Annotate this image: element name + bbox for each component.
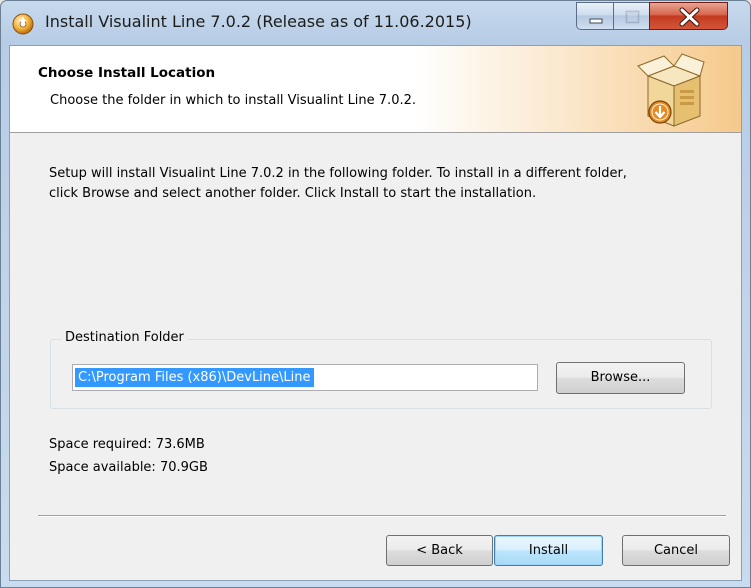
installer-page: Choose Install Location Choose the folde… — [9, 45, 742, 581]
destination-folder-group: Destination Folder C:\Program Files (x86… — [50, 330, 712, 409]
package-box-icon — [637, 53, 705, 127]
window-title: Install Visualint Line 7.0.2 (Release as… — [45, 12, 472, 31]
maximize-icon — [625, 10, 640, 24]
close-icon — [679, 7, 700, 27]
close-button[interactable] — [649, 2, 728, 30]
back-button[interactable]: < Back — [386, 535, 493, 566]
installer-window: Install Visualint Line 7.0.2 (Release as… — [0, 0, 751, 588]
page-header: Choose Install Location Choose the folde… — [10, 46, 741, 133]
maximize-button[interactable] — [613, 2, 650, 30]
description-line-2: click Browse and select another folder. … — [49, 186, 537, 201]
page-title: Choose Install Location — [38, 65, 216, 81]
space-required: Space required: 73.6MB — [49, 437, 205, 452]
destination-folder-input[interactable]: C:\Program Files (x86)\DevLine\Line — [72, 364, 538, 391]
installer-disc-icon — [12, 13, 34, 35]
space-available: Space available: 70.9GB — [49, 460, 208, 475]
title-bar[interactable]: Install Visualint Line 7.0.2 (Release as… — [1, 1, 750, 45]
browse-button[interactable]: Browse... — [556, 362, 685, 394]
destination-folder-path[interactable]: C:\Program Files (x86)\DevLine\Line — [75, 368, 314, 387]
description-line-1: Setup will install Visualint Line 7.0.2 … — [49, 166, 627, 181]
install-description: Setup will install Visualint Line 7.0.2 … — [49, 164, 719, 204]
minimize-button[interactable] — [576, 2, 614, 30]
destination-folder-label: Destination Folder — [61, 330, 188, 345]
cancel-button[interactable]: Cancel — [622, 535, 730, 566]
minimize-icon — [589, 18, 603, 24]
page-subtitle: Choose the folder in which to install Vi… — [50, 93, 416, 108]
install-button[interactable]: Install — [494, 535, 603, 566]
footer-divider — [38, 515, 726, 517]
